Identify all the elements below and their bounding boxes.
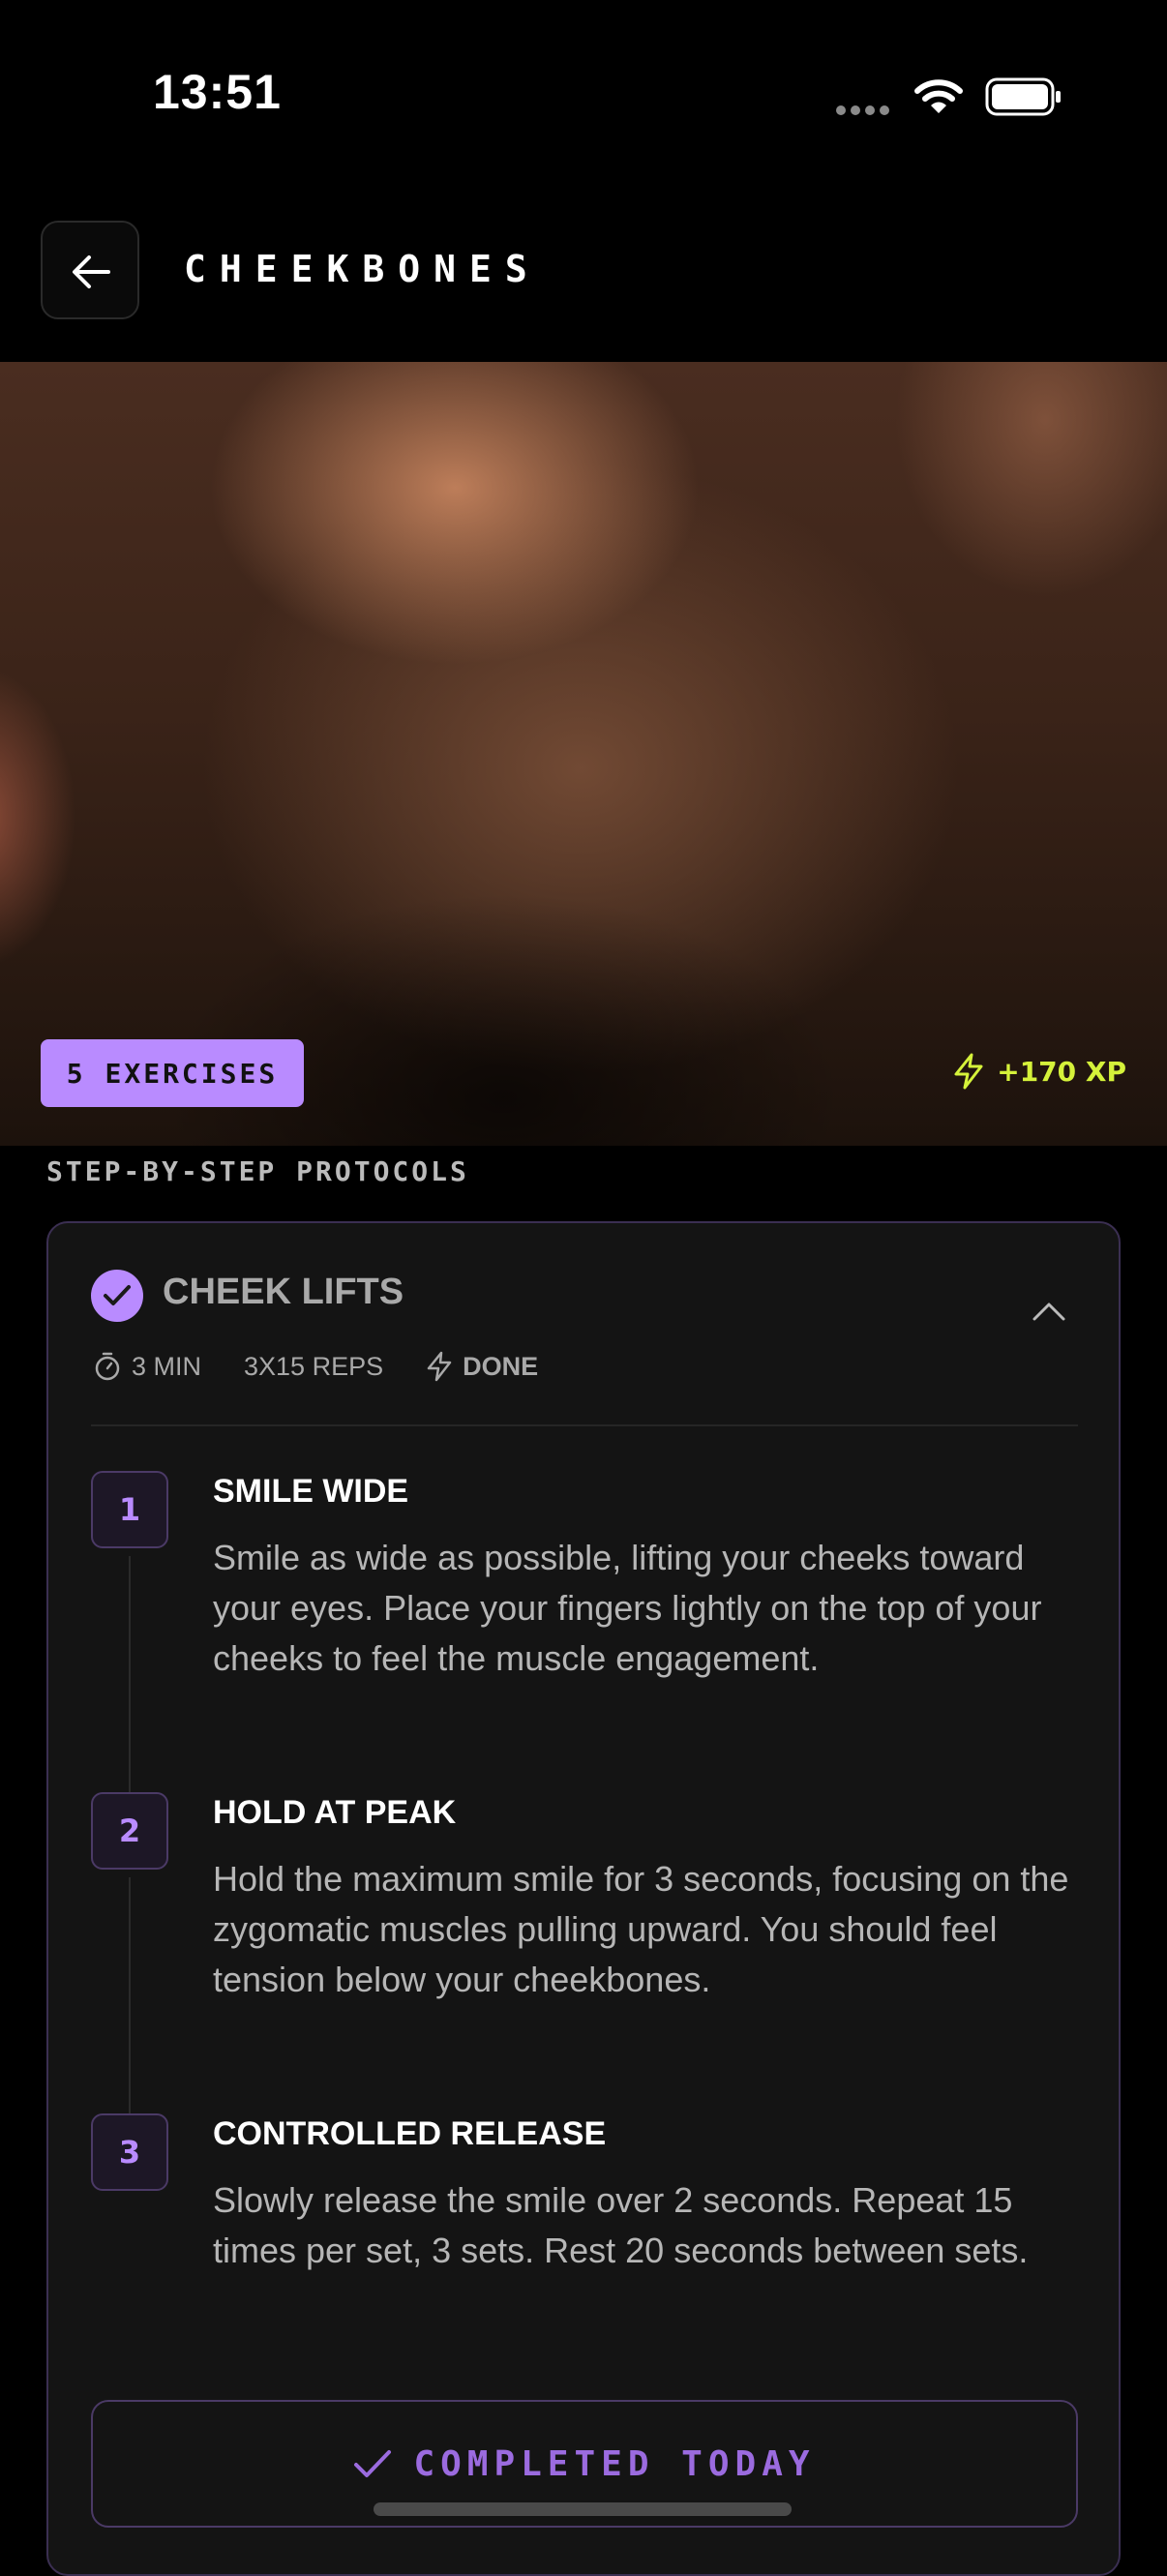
xp-reward: +170 XP — [952, 1053, 1126, 1090]
page-title: CHEEKBONES — [184, 248, 541, 290]
lightning-icon — [954, 1053, 983, 1090]
chevron-up-icon[interactable] — [1032, 1301, 1066, 1326]
completed-label: COMPLETED TODAY — [413, 2443, 816, 2484]
step-description: Smile as wide as possible, lifting your … — [213, 1538, 1042, 1678]
arrow-left-icon — [73, 255, 110, 288]
exercises-count-badge: 5 EXERCISES — [41, 1039, 304, 1107]
battery-icon — [985, 77, 1062, 116]
duration: 3 MIN — [132, 1351, 202, 1381]
status-label: DONE — [463, 1351, 539, 1381]
checkmark-icon — [354, 2450, 392, 2477]
reps: 3X15 REPS — [244, 1351, 384, 1381]
timer-icon — [95, 1352, 120, 1381]
step-connector — [129, 1877, 131, 2113]
cellular-signal-icon — [836, 101, 894, 115]
exercise-title: CHEEK LIFTS — [163, 1272, 404, 1312]
step-number: 2 — [91, 1792, 168, 1870]
lightning-icon — [427, 1351, 452, 1382]
xp-value: +170 XP — [997, 1055, 1126, 1088]
section-label: STEP-BY-STEP PROTOCOLS — [46, 1155, 469, 1187]
home-indicator[interactable] — [374, 2502, 792, 2516]
step-connector — [129, 1556, 131, 1792]
step-description: Slowly release the smile over 2 seconds.… — [213, 2180, 1029, 2270]
step-number: 1 — [91, 1471, 168, 1548]
completed-check-icon — [91, 1270, 143, 1322]
step-title: HOLD AT PEAK — [213, 1794, 457, 1831]
status-bar: 13:51 — [0, 0, 1167, 194]
step-number: 3 — [91, 2113, 168, 2191]
back-button[interactable] — [41, 221, 139, 319]
wifi-icon — [914, 77, 963, 116]
status-time: 13:51 — [153, 65, 282, 119]
step-description: Hold the maximum smile for 3 seconds, fo… — [213, 1859, 1069, 1999]
header: CHEEKBONES — [0, 194, 1167, 362]
hero-image: 5 EXERCISES +170 XP — [0, 362, 1167, 1146]
step-title: SMILE WIDE — [213, 1473, 409, 1510]
divider — [91, 1424, 1078, 1426]
exercise-card: CHEEK LIFTS 3 MIN 3X15 REPS DONE 1 SMILE… — [46, 1221, 1121, 2576]
step-title: CONTROLLED RELEASE — [213, 2115, 607, 2152]
exercise-meta: 3 MIN 3X15 REPS DONE — [93, 1351, 581, 1382]
